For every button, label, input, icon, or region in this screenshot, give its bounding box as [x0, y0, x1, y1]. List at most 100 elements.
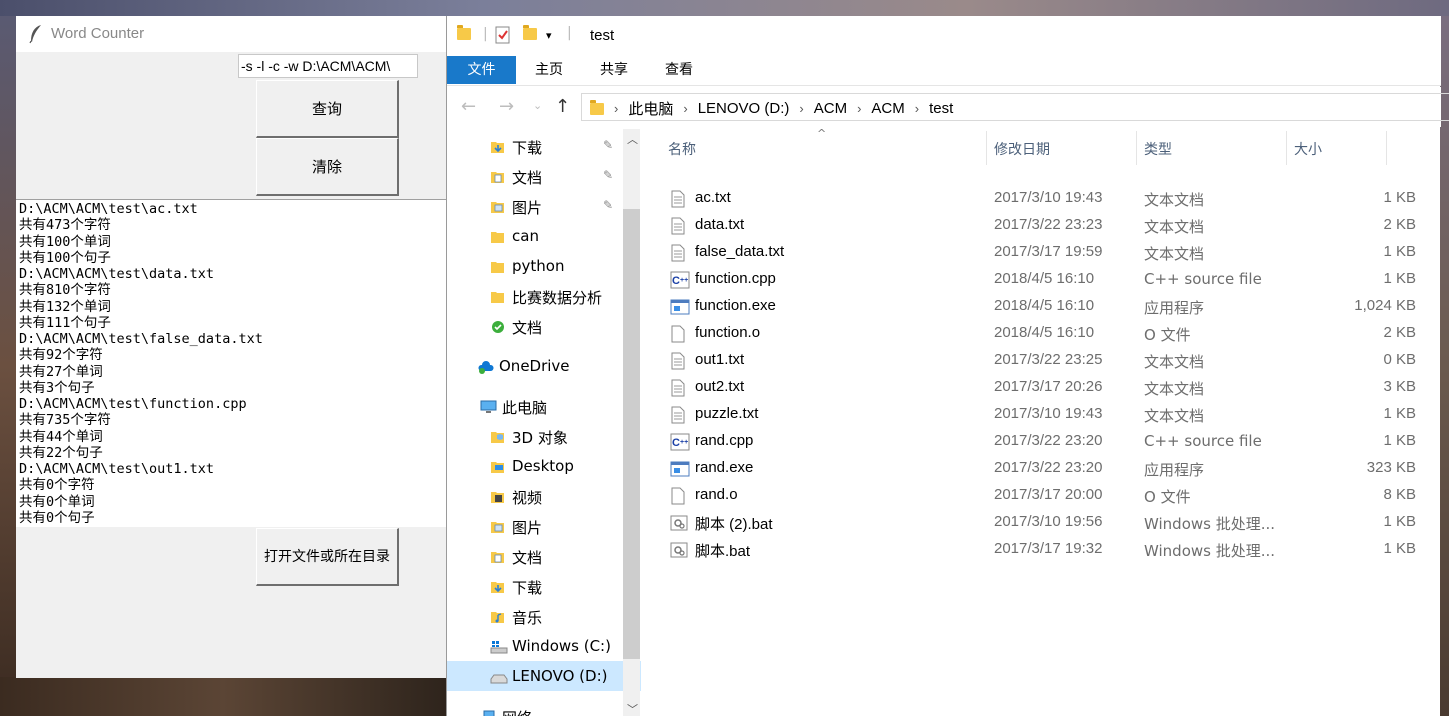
column-header-type[interactable]: 类型 — [1144, 139, 1172, 159]
nav-item[interactable]: python — [447, 251, 641, 281]
clear-button[interactable]: 清除 — [256, 138, 399, 196]
explorer-titlebar[interactable]: | ▾ | test — [447, 16, 1441, 56]
file-date: 2018/4/5 16:10 — [994, 324, 1095, 341]
output-line: 共有27个单词 — [19, 363, 103, 380]
column-header-date[interactable]: 修改日期 — [994, 139, 1050, 159]
file-row[interactable]: 脚本 (2).bat 2017/3/10 19:56 Windows 批处理... 1… — [666, 509, 1426, 536]
scroll-up-icon[interactable]: ︿ — [627, 131, 638, 147]
file-date: 2018/4/5 16:10 — [994, 297, 1095, 314]
file-row[interactable]: false_data.txt 2017/3/17 19:59 文本文档 1 KB — [666, 239, 1426, 266]
breadcrumb-item[interactable]: 此电脑 — [628, 98, 673, 119]
nav-item-label: python — [512, 257, 565, 275]
address-bar[interactable]: › 此电脑 › LENOVO (D:) › ACM › ACM › test — [581, 93, 1449, 121]
column-divider[interactable] — [1136, 131, 1137, 165]
file-row[interactable]: C ++ function.cpp 2018/4/5 16:10 C++ source … — [666, 266, 1426, 293]
nav-item[interactable]: 文档 ✎ — [447, 161, 641, 191]
nav-item[interactable]: Windows (C:) — [447, 631, 641, 661]
customize-quick-access-icon[interactable]: ▾ — [546, 29, 552, 42]
result-output-text[interactable]: D:\ACM\ACM\test\ac.txt 共有473个字符 共有100个单词 共有… — [16, 199, 446, 527]
file-type: 文本文档 — [1144, 353, 1205, 371]
file-type: 应用程序 — [1144, 461, 1205, 479]
new-folder-icon[interactable] — [523, 25, 537, 44]
file-name: 脚本.bat — [695, 543, 751, 560]
file-row[interactable]: C ++ rand.cpp 2017/3/22 23:20 C++ source fil… — [666, 428, 1426, 455]
pin-icon[interactable]: ✎ — [603, 138, 613, 152]
file-date: 2017/3/22 23:20 — [994, 459, 1103, 476]
file-row[interactable]: out1.txt 2017/3/22 23:25 文本文档 0 KB — [666, 347, 1426, 374]
tab-file[interactable]: 文件 — [447, 56, 516, 84]
nav-item[interactable]: 网络 — [447, 701, 641, 716]
file-row[interactable]: rand.exe 2017/3/22 23:20 应用程序 323 KB — [666, 455, 1426, 482]
breadcrumb-chevron-icon[interactable]: › — [915, 101, 919, 116]
file-row[interactable]: data.txt 2017/3/22 23:23 文本文档 2 KB — [666, 212, 1426, 239]
scrollbar-thumb[interactable] — [623, 209, 640, 659]
nav-item[interactable]: 视频 — [447, 481, 641, 511]
file-row[interactable]: function.o 2018/4/5 16:10 O 文件 2 KB — [666, 320, 1426, 347]
breadcrumb-item[interactable]: ACM — [871, 100, 904, 117]
window-title: test — [590, 27, 615, 44]
nav-item[interactable]: 图片 ✎ — [447, 191, 641, 221]
file-row[interactable]: puzzle.txt 2017/3/10 19:43 文本文档 1 KB — [666, 401, 1426, 428]
file-size: 2 KB — [1383, 324, 1416, 341]
pin-icon[interactable]: ✎ — [603, 198, 613, 212]
file-row[interactable]: 脚本.bat 2017/3/17 19:32 Windows 批处理... 1 KB — [666, 536, 1426, 563]
query-button[interactable]: 查询 — [256, 80, 399, 138]
nav-item-label: 图片 — [512, 519, 543, 537]
column-divider[interactable] — [986, 131, 987, 165]
breadcrumb-item[interactable]: test — [929, 100, 953, 117]
breadcrumb-item[interactable]: ACM — [814, 100, 847, 117]
tab-view[interactable]: 查看 — [653, 56, 705, 84]
forward-arrow-icon[interactable]: → — [499, 96, 514, 117]
file-size: 8 KB — [1383, 486, 1416, 503]
nav-item-label: LENOVO (D:) — [512, 667, 608, 685]
recent-locations-chevron-icon[interactable]: ⌄ — [533, 99, 542, 112]
word-counter-titlebar[interactable]: Word Counter — [16, 16, 446, 52]
file-row[interactable]: out2.txt 2017/3/17 20:26 文本文档 3 KB — [666, 374, 1426, 401]
nav-item[interactable]: can — [447, 221, 641, 251]
column-header-size[interactable]: 大小 — [1294, 139, 1322, 159]
file-date: 2017/3/10 19:56 — [994, 513, 1103, 530]
file-date: 2017/3/17 19:59 — [994, 243, 1103, 260]
command-input[interactable]: -s -l -c -w D:\ACM\ACM\ — [238, 54, 418, 78]
nav-item[interactable]: 文档 — [447, 311, 641, 341]
file-size: 1 KB — [1383, 513, 1416, 530]
download-folder-icon — [490, 579, 504, 593]
folder-icon — [457, 25, 471, 44]
nav-item[interactable]: 图片 — [447, 511, 641, 541]
pin-icon[interactable]: ✎ — [603, 168, 613, 182]
up-arrow-icon[interactable]: ↑ — [555, 96, 570, 117]
breadcrumb-chevron-icon[interactable]: › — [683, 101, 687, 116]
scroll-down-icon[interactable]: ﹀ — [627, 701, 638, 716]
file-row[interactable]: rand.o 2017/3/17 20:00 O 文件 8 KB — [666, 482, 1426, 509]
tab-home[interactable]: 主页 — [523, 56, 575, 84]
nav-item[interactable]: LENOVO (D:) — [447, 661, 641, 691]
column-divider[interactable] — [1386, 131, 1387, 165]
nav-item[interactable]: 3D 对象 — [447, 421, 641, 451]
nav-item[interactable]: 此电脑 — [447, 391, 641, 421]
nav-item[interactable]: 下载 — [447, 571, 641, 601]
breadcrumb-chevron-icon[interactable]: › — [857, 101, 861, 116]
nav-item[interactable]: Desktop — [447, 451, 641, 481]
nav-item[interactable]: 音乐 — [447, 601, 641, 631]
file-row[interactable]: function.exe 2018/4/5 16:10 应用程序 1,024 KB — [666, 293, 1426, 320]
file-row[interactable]: ac.txt 2017/3/10 19:43 文本文档 1 KB — [666, 185, 1426, 212]
nav-item-label: Windows (C:) — [512, 637, 611, 655]
nav-item[interactable]: 下载 ✎ — [447, 131, 641, 161]
column-header-name[interactable]: 名称 — [668, 139, 696, 159]
tab-share[interactable]: 共享 — [588, 56, 640, 84]
navigation-scrollbar[interactable]: ︿ ﹀ — [623, 129, 640, 716]
breadcrumb-item[interactable]: LENOVO (D:) — [698, 100, 790, 117]
nav-item[interactable]: 文档 — [447, 541, 641, 571]
nav-item[interactable]: 比赛数据分析 — [447, 281, 641, 311]
nav-item-label: 视频 — [512, 489, 543, 507]
open-file-or-directory-button[interactable]: 打开文件或所在目录 — [256, 528, 399, 586]
column-divider[interactable] — [1286, 131, 1287, 165]
file-size: 1 KB — [1383, 405, 1416, 422]
nav-item[interactable]: OneDrive — [447, 351, 641, 381]
folder-icon — [490, 289, 504, 303]
back-arrow-icon[interactable]: ← — [461, 96, 476, 117]
breadcrumb-chevron-icon[interactable]: › — [799, 101, 803, 116]
output-line: D:\ACM\ACM\test\false_data.txt — [19, 331, 263, 347]
properties-icon[interactable] — [495, 26, 511, 48]
breadcrumb-chevron-icon[interactable]: › — [614, 101, 618, 116]
